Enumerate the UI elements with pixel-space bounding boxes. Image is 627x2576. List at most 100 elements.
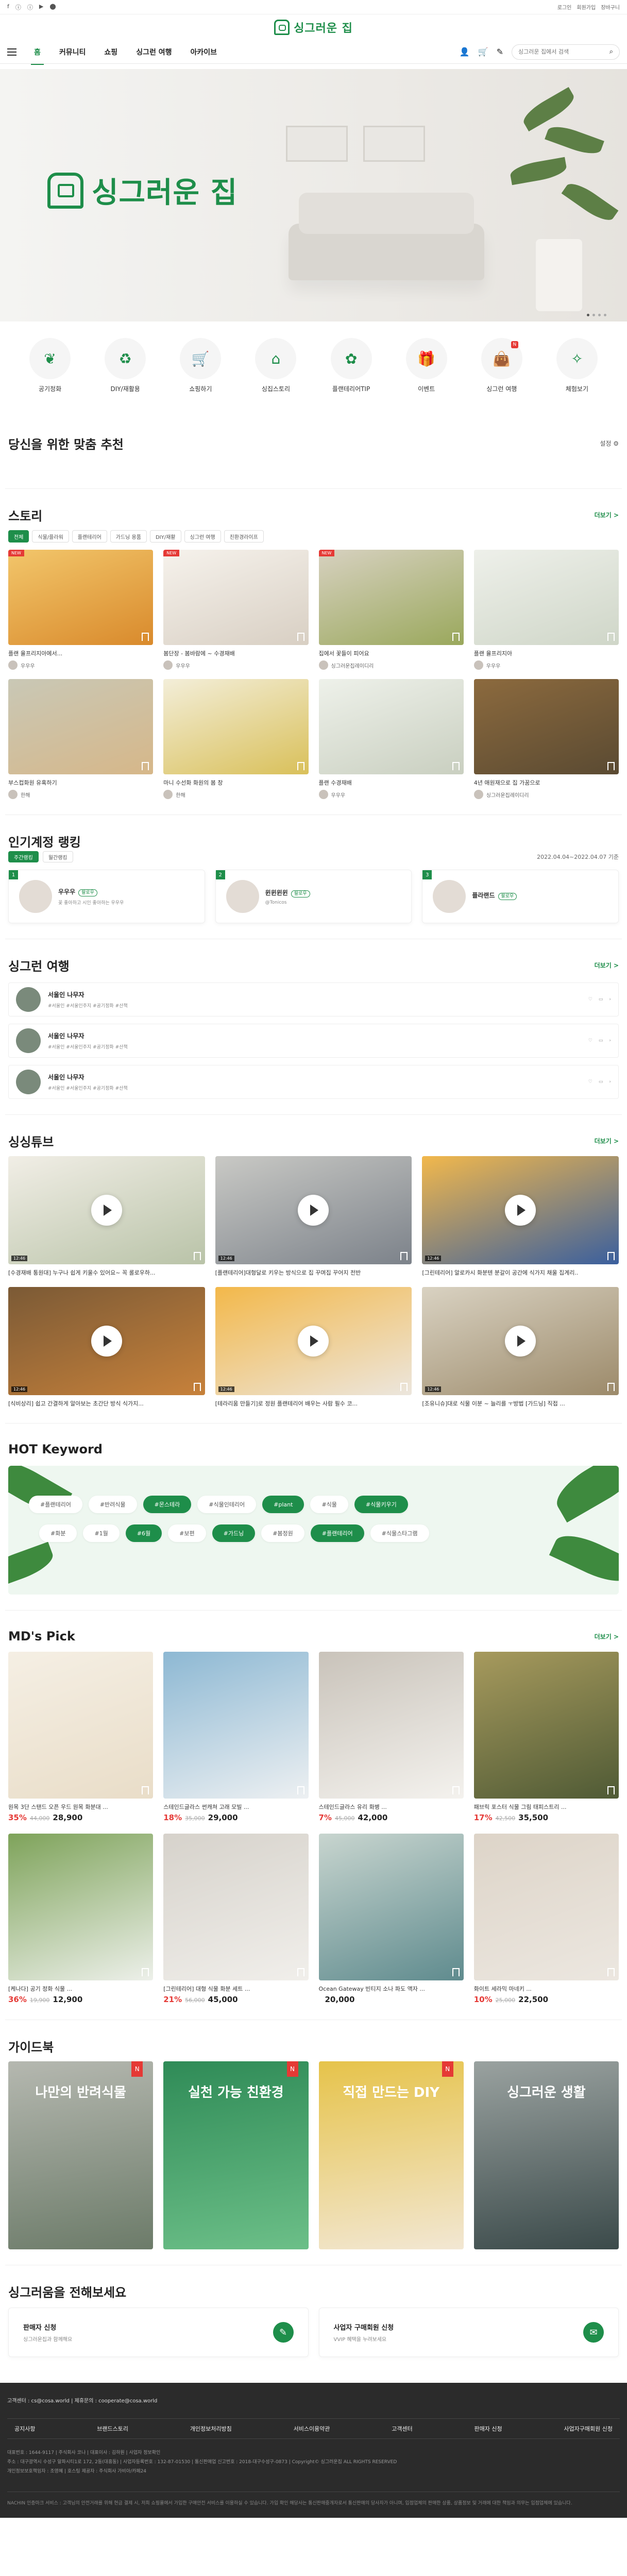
- chevron-right-icon[interactable]: ›: [609, 997, 611, 1002]
- quick-menu-item[interactable]: ⌂ 싱집스토리: [247, 338, 304, 393]
- story-image[interactable]: [473, 679, 619, 774]
- keyword-tag[interactable]: #봄정원: [261, 1524, 304, 1542]
- nav-item[interactable]: 커뮤니티: [59, 47, 86, 57]
- keyword-tag[interactable]: #반려식물: [88, 1496, 137, 1513]
- story-card[interactable]: 부스컵화원 유혹하기 한해: [8, 679, 154, 799]
- product-image[interactable]: [318, 1652, 464, 1799]
- quick-menu-item[interactable]: ✿ 플랜테리어TIP: [323, 338, 380, 393]
- hero-banner[interactable]: 싱그러운 집: [0, 69, 627, 321]
- product-image[interactable]: [8, 1652, 154, 1799]
- ranking-card[interactable]: 1 우우우 팔로우 꽃 좋아하고 시인 좋아하는 우우우: [8, 870, 205, 923]
- carousel-dot[interactable]: [587, 314, 589, 316]
- product-image[interactable]: [473, 1834, 619, 1980]
- bookmark-icon[interactable]: [607, 1786, 615, 1794]
- contact-card[interactable]: 판매자 신청 싱그러운집과 함께해요 ✎: [8, 2308, 309, 2357]
- footer-link[interactable]: 사업자구매회원 신청: [564, 2425, 613, 2433]
- story-card[interactable]: 마니 수선화 화원의 봄 창 한해: [163, 679, 309, 799]
- keyword-tag[interactable]: #플랜테리어: [310, 1524, 364, 1542]
- story-image[interactable]: NEW: [318, 550, 464, 645]
- video-thumbnail[interactable]: 12:46: [422, 1156, 619, 1264]
- cart-icon[interactable]: 🛒: [478, 47, 488, 57]
- ranking-card[interactable]: 2 윈윈윈윈 팔로우 @Tonicos: [215, 870, 412, 923]
- bookmark-icon[interactable]: [193, 1252, 201, 1260]
- product-card[interactable]: 원목 3단 스탠드 오픈 우드 원목 화분대 ... 35% 44,000 28,90…: [8, 1652, 154, 1822]
- comment-icon[interactable]: ▭: [599, 1079, 603, 1084]
- carousel-dot[interactable]: [598, 314, 601, 316]
- keyword-tag[interactable]: #1월: [83, 1524, 120, 1542]
- bookmark-icon[interactable]: [452, 1786, 460, 1794]
- quick-menu-item[interactable]: 🛒 쇼핑하기: [172, 338, 229, 393]
- account-link[interactable]: 장바구니: [601, 3, 620, 11]
- story-filter-chip[interactable]: 전체: [8, 530, 29, 543]
- keyword-tag[interactable]: #식물키우기: [354, 1496, 408, 1513]
- user-icon[interactable]: 👤: [460, 47, 470, 57]
- quick-menu-item[interactable]: 👜 N 싱그런 여행: [473, 338, 530, 393]
- video-card[interactable]: 12:46 [테라리움 만들기]로 정원 플랜테리어 배우는 사람 필수 코...: [215, 1287, 412, 1408]
- play-icon[interactable]: [298, 1326, 329, 1357]
- product-card[interactable]: Ocean Gateway 빈티지 소나 파도 액자 ... 20,000: [318, 1834, 464, 2004]
- guide-card[interactable]: N 직접 만드는 DIY: [318, 2061, 464, 2249]
- keyword-tag[interactable]: #플랜테리어: [29, 1496, 82, 1513]
- chevron-right-icon[interactable]: ›: [609, 1079, 611, 1084]
- story-filter-chip[interactable]: 식물/플라워: [32, 530, 69, 543]
- bookmark-icon[interactable]: [452, 633, 460, 641]
- story-filter-chip[interactable]: 플랜테리어: [72, 530, 107, 543]
- trip-more-link[interactable]: 더보기 >: [595, 961, 619, 970]
- footer-link[interactable]: 판매자 신청: [475, 2425, 502, 2433]
- social-icon[interactable]: ⓘ: [15, 3, 21, 11]
- quick-menu-item[interactable]: ❦ 공기정화: [22, 338, 78, 393]
- search-input[interactable]: [518, 48, 609, 55]
- keyword-tag[interactable]: #6월: [125, 1524, 162, 1542]
- contact-card[interactable]: 사업자 구매회원 신청 VVIP 혜택을 누려보세요 ✉: [318, 2308, 619, 2357]
- bookmark-icon[interactable]: [142, 1968, 149, 1976]
- story-image[interactable]: [318, 679, 464, 774]
- keyword-tag[interactable]: #식물인테리어: [197, 1496, 257, 1513]
- follow-button[interactable]: 팔로우: [291, 890, 310, 897]
- keyword-tag[interactable]: #보편: [168, 1524, 206, 1542]
- video-thumbnail[interactable]: 12:46: [215, 1287, 412, 1395]
- bookmark-icon[interactable]: [607, 1383, 615, 1391]
- keyword-tag[interactable]: #몬스테라: [143, 1496, 192, 1513]
- video-thumbnail[interactable]: 12:46: [422, 1287, 619, 1395]
- story-card[interactable]: NEW 플랜 율프리지아에서... 우우우: [8, 550, 154, 670]
- keyword-tag[interactable]: #plant: [262, 1496, 304, 1513]
- footer-link[interactable]: 서비스이용약관: [294, 2425, 330, 2433]
- bookmark-icon[interactable]: [452, 762, 460, 770]
- bookmark-icon[interactable]: [297, 633, 304, 641]
- story-image[interactable]: [8, 679, 154, 774]
- carousel-dot[interactable]: [592, 314, 595, 316]
- story-card[interactable]: NEW 봄단장 - 봄바람에 ~ 수경재배 우우우: [163, 550, 309, 670]
- social-icon[interactable]: ⬤: [49, 3, 56, 11]
- keyword-tag[interactable]: #식물스타그램: [370, 1524, 429, 1542]
- mail-icon[interactable]: ✉: [583, 2322, 604, 2343]
- bookmark-icon[interactable]: [297, 762, 304, 770]
- keyword-tag[interactable]: #가드닝: [212, 1524, 256, 1542]
- video-card[interactable]: 12:46 [식비상리] 쉽고 간결하게 알아보는 초간단 방식 식가지...: [8, 1287, 205, 1408]
- video-card[interactable]: 12:46 [수경재배 통원대] 누구나 쉽게 키울수 있어요~ 꼭 롤로우하..…: [8, 1156, 205, 1277]
- nav-item[interactable]: 홈: [31, 47, 44, 65]
- product-image[interactable]: [163, 1652, 309, 1799]
- product-image[interactable]: [8, 1834, 154, 1980]
- bookmark-icon[interactable]: [607, 633, 615, 641]
- comment-icon[interactable]: ▭: [599, 1038, 603, 1043]
- follow-button[interactable]: 팔로우: [78, 889, 97, 896]
- story-card[interactable]: 4년 애원재으로 집 가꿈으로 싱그러운집레이디리: [473, 679, 619, 799]
- product-image[interactable]: [163, 1834, 309, 1980]
- pen-icon[interactable]: ✎: [497, 47, 503, 57]
- bookmark-icon[interactable]: [607, 1968, 615, 1976]
- video-more-link[interactable]: 더보기 >: [595, 1137, 619, 1145]
- footer-link[interactable]: 브랜드스토리: [97, 2425, 128, 2433]
- bookmark-icon[interactable]: [297, 1968, 304, 1976]
- keyword-tag[interactable]: #식물: [310, 1496, 348, 1513]
- video-card[interactable]: 12:46 [그린테리어] 알로카시 화분텐 분갈이 공간에 식가지 채울 집계리…: [422, 1156, 619, 1277]
- carousel-dots[interactable]: [587, 314, 606, 316]
- story-filter-chip[interactable]: DIY/재활: [149, 530, 181, 543]
- video-thumbnail[interactable]: 12:46: [215, 1156, 412, 1264]
- video-thumbnail[interactable]: 12:46: [8, 1287, 205, 1395]
- story-card[interactable]: 플랜 율프리지아 우우우: [473, 550, 619, 670]
- account-link[interactable]: 로그인: [557, 3, 572, 11]
- video-card[interactable]: 12:46 [조유니슈]대로 식물 이분 ~ 늘리를 ㅜ방법 [가드닝] 직접 .…: [422, 1287, 619, 1408]
- quick-menu-item[interactable]: ♻ DIY/재활용: [97, 338, 154, 393]
- bookmark-icon[interactable]: [142, 1786, 149, 1794]
- product-image[interactable]: [473, 1652, 619, 1799]
